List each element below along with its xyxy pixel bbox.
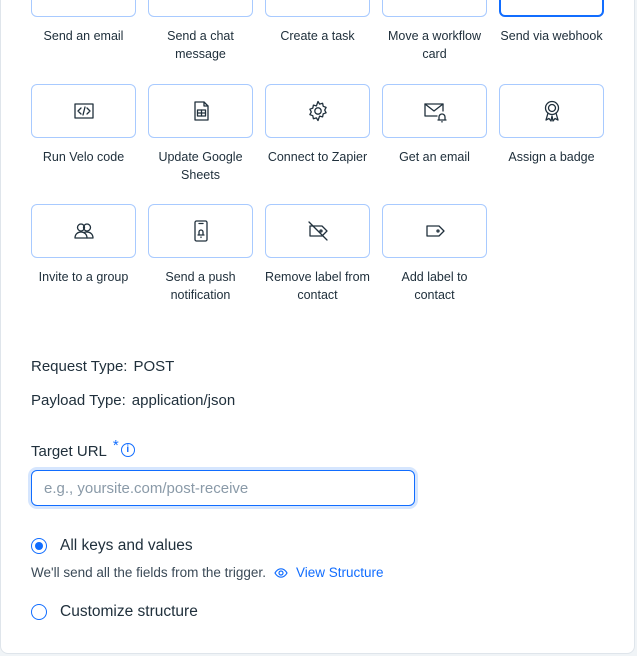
remove-label-icon — [307, 221, 328, 241]
action-label: Connect to Zapier — [267, 150, 368, 164]
action-send-email[interactable]: Send an email — [31, 0, 148, 45]
action-invite-group[interactable]: Invite to a group — [31, 204, 148, 286]
action-move-workflow-card[interactable]: Move a workflow card — [382, 0, 499, 63]
action-tile-box-selected[interactable] — [499, 0, 604, 17]
code-icon — [73, 103, 94, 119]
action-tile-box[interactable] — [148, 84, 253, 138]
action-run-velo-code[interactable]: Run Velo code — [31, 84, 148, 166]
request-type-line: Request Type: POST — [31, 358, 174, 375]
action-tile-box[interactable] — [265, 204, 370, 258]
request-type-key: Request Type: — [31, 358, 128, 375]
payload-type-value: application/json — [131, 392, 236, 409]
payload-type-key: Payload Type: — [31, 392, 126, 409]
action-send-push-notification[interactable]: Send a push notification — [148, 204, 265, 304]
action-tile-box[interactable] — [148, 204, 253, 258]
target-url-input[interactable] — [31, 470, 415, 506]
spreadsheet-icon — [193, 101, 209, 121]
action-tile-box[interactable] — [265, 84, 370, 138]
action-label: Run Velo code — [42, 150, 125, 164]
action-label: Invite to a group — [38, 270, 129, 284]
action-tile-box[interactable] — [265, 0, 370, 17]
webhook-icon — [539, 0, 565, 3]
action-send-webhook[interactable]: Send via webhook — [499, 0, 616, 45]
action-assign-badge[interactable]: Assign a badge — [499, 84, 616, 166]
label-icon — [425, 225, 445, 237]
view-structure-link[interactable]: View Structure — [274, 565, 384, 580]
action-label: Update Google Sheets — [158, 150, 243, 182]
action-create-task[interactable]: Create a task — [265, 0, 382, 45]
chat-icon — [188, 0, 214, 3]
action-tile-box[interactable] — [499, 84, 604, 138]
action-label: Send via webhook — [500, 29, 603, 43]
action-tile-box[interactable] — [148, 0, 253, 17]
radio-button-selected[interactable] — [31, 538, 47, 554]
radio-customize-label: Customize structure — [60, 603, 198, 620]
action-tile-box[interactable] — [382, 0, 487, 17]
eye-icon — [274, 567, 288, 578]
structure-hint-text: We'll send all the fields from the trigg… — [31, 565, 266, 580]
target-url-label: Target URL — [31, 443, 107, 460]
action-tile-box[interactable] — [382, 204, 487, 258]
gear-icon — [308, 100, 327, 122]
task-icon — [305, 0, 331, 3]
action-send-chat[interactable]: Send a chat message — [148, 0, 265, 63]
structure-hint: We'll send all the fields from the trigg… — [31, 565, 384, 580]
action-tile-box[interactable] — [31, 204, 136, 258]
target-url-label-row: Target URL * i — [31, 437, 135, 461]
action-tile-box[interactable] — [31, 0, 136, 17]
action-remove-label[interactable]: Remove label from contact — [265, 204, 382, 304]
payload-type-line: Payload Type: application/json — [31, 392, 235, 409]
request-type-value: POST — [133, 358, 175, 375]
group-icon — [73, 223, 94, 239]
required-mark: * — [112, 437, 119, 454]
action-label: Remove label from contact — [265, 270, 370, 302]
action-label: Move a workflow card — [387, 29, 482, 61]
email-bell-icon — [423, 103, 447, 123]
info-icon[interactable]: i — [120, 443, 135, 457]
workflow-card-icon — [422, 0, 448, 3]
view-structure-label: View Structure — [295, 565, 384, 580]
action-label: Assign a badge — [508, 150, 595, 164]
action-label: Send a push notification — [165, 270, 236, 302]
action-tile-box[interactable] — [31, 84, 136, 138]
action-label: Send a chat message — [167, 29, 234, 61]
action-label: Send an email — [43, 29, 124, 43]
radio-customize-structure[interactable]: Customize structure — [31, 603, 198, 621]
radio-all-keys[interactable]: All keys and values — [31, 537, 193, 555]
radio-button[interactable] — [31, 604, 47, 620]
badge-icon — [544, 100, 559, 122]
action-connect-zapier[interactable]: Connect to Zapier — [265, 84, 382, 166]
action-label: Get an email — [399, 150, 470, 164]
action-label: Create a task — [280, 29, 355, 43]
action-get-email[interactable]: Get an email — [382, 84, 499, 166]
action-tile-box[interactable] — [382, 84, 487, 138]
radio-all-keys-label: All keys and values — [60, 537, 193, 554]
email-icon — [71, 0, 97, 3]
push-notification-icon — [193, 220, 208, 242]
action-label: Add label to contact — [401, 270, 468, 302]
action-update-google-sheets[interactable]: Update Google Sheets — [148, 84, 265, 184]
action-add-label[interactable]: Add label to contact — [382, 204, 499, 304]
